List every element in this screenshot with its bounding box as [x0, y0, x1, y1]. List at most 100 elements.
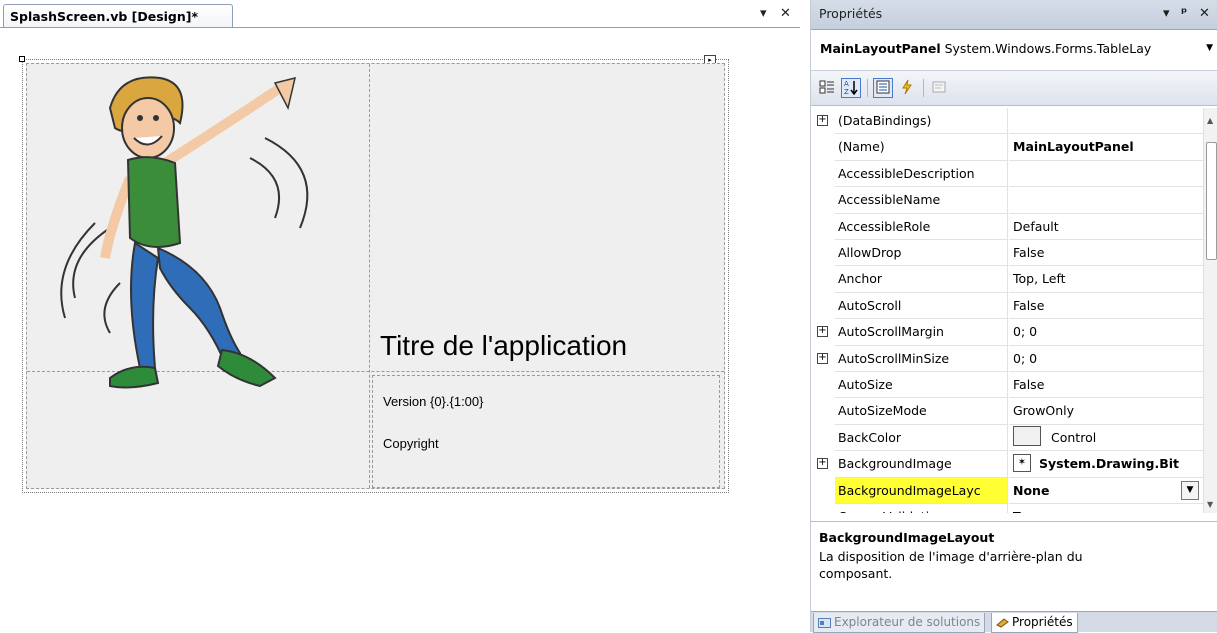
document-tab-splashscreen-design[interactable]: SplashScreen.vb [Design]* [3, 4, 233, 28]
property-row[interactable]: AutoScroll False [811, 292, 1203, 320]
pin-icon[interactable]: ᵖ [1181, 6, 1187, 21]
row-gutter [811, 240, 835, 267]
tab-properties[interactable]: Propriétés [991, 613, 1078, 633]
property-row[interactable]: CausesValidation True [811, 504, 1203, 513]
resize-grip-top-left[interactable] [19, 56, 25, 62]
property-row[interactable]: (Name) MainLayoutPanel [811, 134, 1203, 161]
categorized-icon[interactable] [817, 78, 837, 98]
tab-solution-explorer[interactable]: Explorateur de solutions [813, 613, 986, 633]
property-value-text: MainLayoutPanel [1013, 139, 1134, 155]
property-value[interactable]: Top, Left [1009, 266, 1203, 293]
property-grid-scrollbar[interactable]: ▲ ▼ [1203, 108, 1217, 513]
tab-underline [0, 27, 800, 28]
property-name: (DataBindings) [835, 108, 1008, 135]
close-pane-icon[interactable]: ✕ [1199, 6, 1210, 21]
toolbar-separator [923, 79, 924, 97]
property-row[interactable]: AllowDrop False [811, 240, 1203, 267]
property-name: AllowDrop [835, 240, 1008, 267]
row-gutter: + [811, 345, 835, 372]
copyright-label[interactable]: Copyright [383, 436, 439, 451]
document-tab-label: SplashScreen.vb [Design]* [10, 9, 199, 24]
property-row[interactable]: AccessibleDescription [811, 160, 1203, 188]
tab-properties-label: Propriétés [1012, 615, 1073, 629]
property-value-text: Top, Left [1013, 271, 1066, 287]
property-value[interactable]: Control [1009, 425, 1203, 452]
object-selector-dropdown[interactable]: MainLayoutPanel System.Windows.Forms.Tab… [813, 33, 1216, 63]
property-value[interactable]: False [1009, 293, 1203, 320]
property-value[interactable]: ✶ System.Drawing.Bit [1009, 451, 1203, 478]
property-row[interactable]: BackgroundImageLayc None ▼ [811, 477, 1203, 504]
value-dropdown-button[interactable]: ▼ [1181, 480, 1199, 500]
property-value-text: 0; 0 [1013, 350, 1038, 366]
version-label[interactable]: Version {0}.{1:00} [383, 394, 483, 409]
property-value[interactable]: Default [1009, 214, 1203, 240]
property-name: AccessibleName [835, 187, 1008, 214]
property-pages-icon[interactable] [929, 78, 949, 98]
property-value[interactable]: MainLayoutPanel [1009, 134, 1203, 161]
property-value-text: True [1013, 509, 1040, 513]
row-gutter [811, 477, 835, 504]
property-row[interactable]: AutoSize False [811, 372, 1203, 399]
row-gutter [811, 160, 835, 188]
image-thumbnail-icon: ✶ [1013, 453, 1031, 472]
expand-plus-icon[interactable]: + [817, 458, 828, 470]
details-layout-cell[interactable] [372, 375, 720, 488]
property-row[interactable]: Anchor Top, Left [811, 266, 1203, 293]
property-name: AutoSize [835, 372, 1008, 399]
solution-explorer-icon [818, 617, 831, 628]
property-name: Anchor [835, 266, 1008, 293]
row-gutter [811, 372, 835, 399]
expand-plus-icon[interactable]: + [817, 115, 828, 126]
tab-dropdown-icon[interactable]: ▾ [760, 6, 767, 21]
document-tab-bar: SplashScreen.vb [Design]* ▾ ✕ [0, 0, 805, 28]
layout-column-divider [369, 64, 370, 488]
property-value[interactable]: 0; 0 [1009, 346, 1203, 372]
property-name: AutoScroll [835, 292, 1008, 320]
scroll-up-icon[interactable]: ▲ [1207, 116, 1213, 125]
property-value[interactable] [1009, 187, 1203, 214]
property-name: BackgroundImageLayc [835, 477, 1008, 504]
pane-menu-icon[interactable]: ▾ [1163, 6, 1170, 21]
property-name: BackgroundImage [835, 451, 1008, 478]
property-row[interactable]: BackColor Control [811, 424, 1203, 452]
property-value[interactable]: None ▼ [1009, 478, 1203, 504]
property-description-panel: BackgroundImageLayout La disposition de … [811, 521, 1217, 611]
property-value[interactable] [1009, 108, 1203, 135]
close-document-icon[interactable]: ✕ [780, 6, 791, 21]
property-row[interactable]: AccessibleName [811, 187, 1203, 214]
tab-solution-explorer-label: Explorateur de solutions [834, 615, 981, 629]
property-row[interactable]: + BackgroundImage ✶ System.Drawing.Bit [811, 451, 1203, 478]
property-value-text: None [1013, 482, 1050, 498]
property-value-text: False [1013, 377, 1045, 392]
scroll-down-icon[interactable]: ▼ [1207, 500, 1213, 509]
row-gutter [811, 504, 835, 513]
property-value[interactable]: False [1009, 372, 1203, 399]
property-row[interactable]: + (DataBindings) [811, 108, 1203, 135]
property-value-text: System.Drawing.Bit [1039, 456, 1180, 472]
scrollbar-thumb[interactable] [1206, 142, 1217, 260]
property-row[interactable]: AccessibleRole Default [811, 213, 1203, 240]
row-gutter [811, 187, 835, 214]
properties-title: Propriétés [819, 6, 883, 21]
property-name: AccessibleDescription [835, 160, 1008, 188]
events-icon[interactable] [897, 78, 917, 98]
properties-icon[interactable] [873, 78, 893, 98]
property-value[interactable]: GrowOnly [1009, 398, 1203, 425]
application-title-label[interactable]: Titre de l'application [380, 330, 627, 362]
property-row[interactable]: AutoSizeMode GrowOnly [811, 398, 1203, 425]
object-name: MainLayoutPanel [820, 41, 941, 56]
row-gutter: + [811, 108, 835, 135]
expand-plus-icon[interactable]: + [817, 352, 828, 364]
property-row[interactable]: + AutoScrollMinSize 0; 0 [811, 345, 1203, 372]
property-name: AutoScrollMargin [835, 319, 1008, 346]
property-value[interactable] [1009, 161, 1203, 188]
property-value[interactable]: False [1009, 240, 1203, 267]
expand-plus-icon[interactable]: + [817, 326, 828, 338]
properties-title-bar[interactable]: Propriétés ▾ ᵖ ✕ [811, 0, 1217, 30]
alphabetical-icon[interactable]: AZ [841, 78, 861, 98]
property-value[interactable]: 0; 0 [1009, 319, 1203, 346]
property-row[interactable]: + AutoScrollMargin 0; 0 [811, 319, 1203, 346]
row-gutter: + [811, 319, 835, 346]
properties-toolbar: AZ [811, 70, 1217, 106]
property-value[interactable]: True [1009, 504, 1203, 513]
